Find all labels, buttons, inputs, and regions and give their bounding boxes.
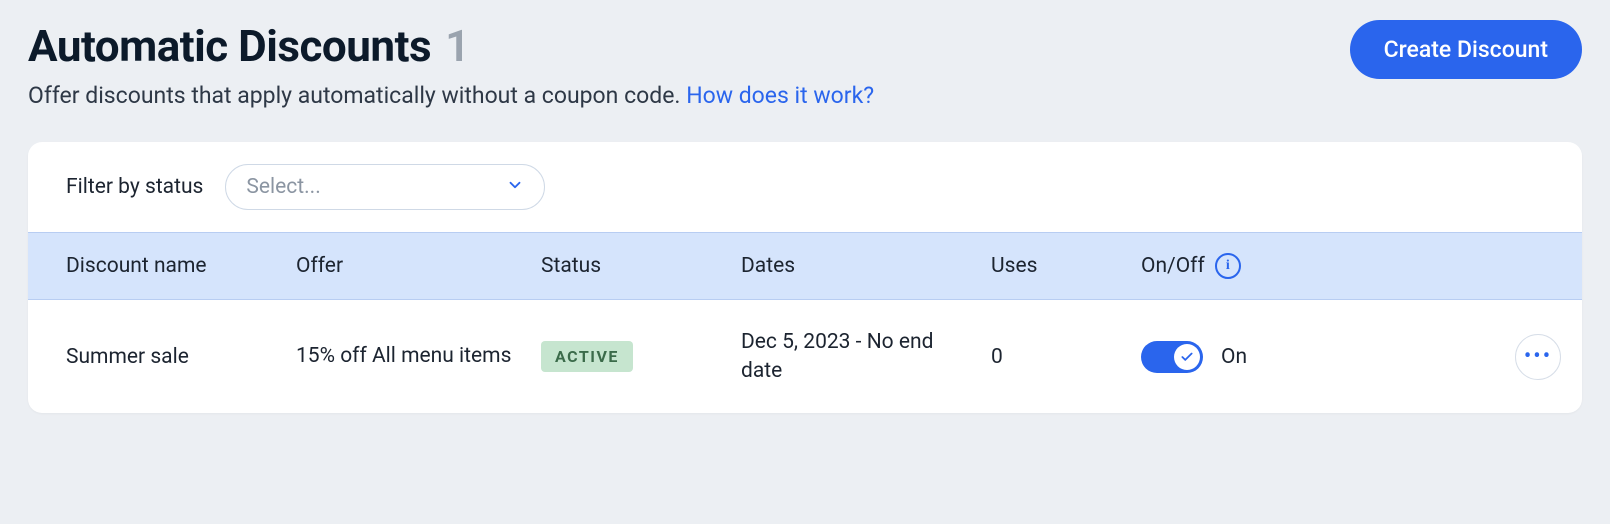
column-status: Status [541, 254, 741, 278]
page-subtitle: Offer discounts that apply automatically… [28, 80, 1350, 112]
table-row: Summer sale 15% off All menu items ACTIV… [28, 300, 1582, 413]
page-title-text: Automatic Discounts [28, 20, 431, 72]
cell-uses: 0 [991, 345, 1141, 369]
cell-actions: ••• [1421, 334, 1561, 380]
check-icon [1180, 350, 1194, 364]
status-filter-placeholder: Select... [246, 175, 494, 199]
page-title: Automatic Discounts 1 [28, 20, 1350, 72]
column-onoff: On/Off i [1141, 253, 1421, 279]
cell-name: Summer sale [66, 345, 296, 369]
table-header: Discount name Offer Status Dates Uses On… [28, 232, 1582, 300]
onoff-toggle[interactable] [1141, 341, 1203, 373]
page-subtitle-text: Offer discounts that apply automatically… [28, 82, 680, 109]
status-filter-select[interactable]: Select... [225, 164, 545, 210]
cell-offer: 15% off All menu items [296, 342, 541, 370]
status-badge: ACTIVE [541, 341, 633, 372]
more-icon: ••• [1524, 346, 1552, 368]
cell-dates: Dec 5, 2023 - No end date [741, 328, 991, 385]
filter-label: Filter by status [66, 175, 203, 199]
help-link[interactable]: How does it work? [686, 82, 874, 109]
cell-status: ACTIVE [541, 341, 741, 372]
column-name: Discount name [66, 254, 296, 278]
info-icon[interactable]: i [1215, 253, 1241, 279]
page-title-count: 1 [445, 20, 470, 72]
create-discount-button[interactable]: Create Discount [1350, 20, 1582, 79]
column-onoff-label: On/Off [1141, 254, 1205, 278]
discounts-card: Filter by status Select... Discount name… [28, 142, 1582, 413]
more-actions-button[interactable]: ••• [1515, 334, 1561, 380]
toggle-knob [1174, 344, 1200, 370]
chevron-down-icon [506, 176, 524, 198]
onoff-state-label: On [1221, 345, 1247, 369]
column-offer: Offer [296, 254, 541, 278]
cell-onoff: On [1141, 341, 1421, 373]
column-dates: Dates [741, 254, 991, 278]
column-uses: Uses [991, 254, 1141, 278]
